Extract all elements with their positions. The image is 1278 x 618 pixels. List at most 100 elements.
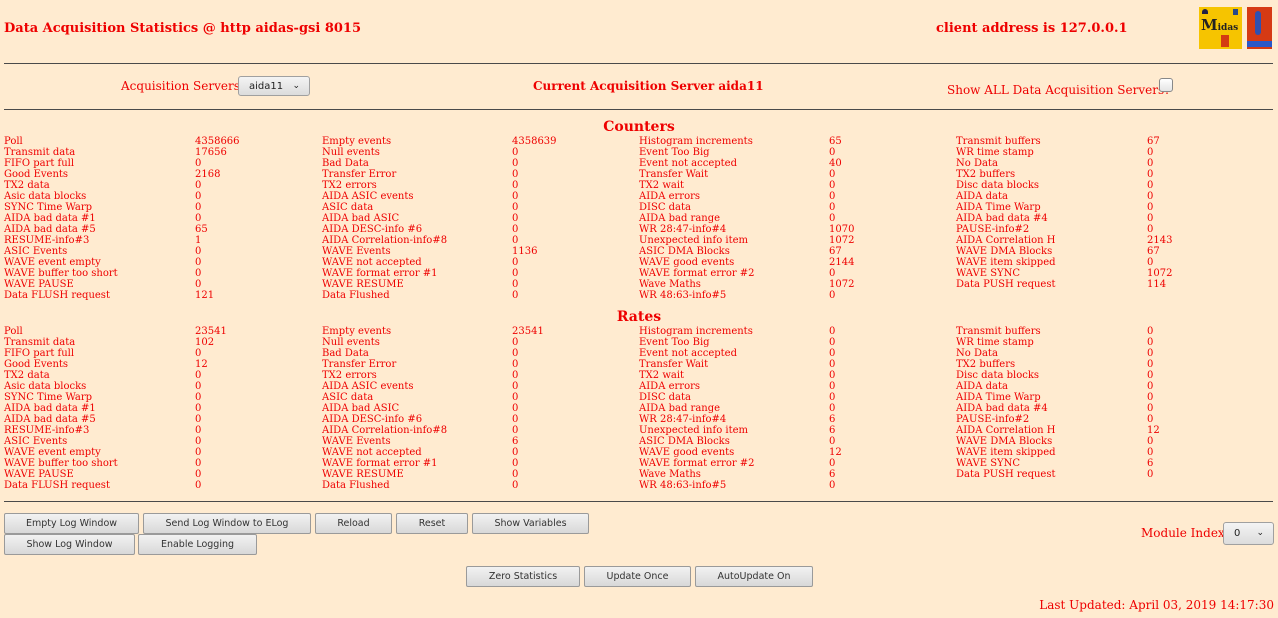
stat-value: 0 [1147, 469, 1154, 480]
stat-label: Wave Maths [639, 469, 701, 480]
stat-label: WAVE Events [322, 246, 391, 257]
midas-wordmark: Midas [1201, 16, 1239, 34]
stat-value: 114 [1147, 279, 1167, 290]
stat-value: 0 [1147, 257, 1154, 268]
stat-value: 121 [195, 290, 215, 301]
stat-label: ASIC DMA Blocks [639, 436, 730, 447]
stat-value: 0 [195, 158, 202, 169]
stat-label: No Data [956, 158, 998, 169]
stat-label: Null events [322, 337, 380, 348]
stat-value: 12 [1147, 425, 1160, 436]
acquisition-servers-select[interactable]: aida11 ⌄ [238, 76, 310, 96]
stat-label: WR 48:63-info#5 [639, 290, 727, 301]
stat-value: 0 [512, 158, 519, 169]
stat-label: AIDA bad ASIC [322, 403, 400, 414]
stat-value: 0 [829, 268, 836, 279]
stat-label: Transfer Wait [639, 169, 709, 180]
stat-value: 0 [829, 202, 836, 213]
stat-value: 0 [195, 480, 202, 491]
stat-label: WAVE Events [322, 436, 391, 447]
stat-value: 0 [1147, 359, 1154, 370]
stat-value: 0 [512, 180, 519, 191]
stat-label: Data Flushed [322, 480, 390, 491]
chevron-down-icon: ⌄ [292, 81, 300, 91]
zero-statistics-button[interactable]: Zero Statistics [466, 566, 580, 587]
stat-label: AIDA bad data #1 [4, 403, 96, 414]
module-index-value: 0 [1234, 528, 1241, 539]
stat-value: 0 [512, 337, 519, 348]
stat-value: 0 [829, 359, 836, 370]
show-all-servers-checkbox[interactable] [1159, 78, 1173, 92]
module-index-select[interactable]: 0 ⌄ [1223, 522, 1274, 545]
stat-value: 1072 [1147, 268, 1173, 279]
stat-label: WAVE item skipped [956, 257, 1056, 268]
show-all-servers-label: Show ALL Data Acquisition Servers? [947, 83, 1171, 97]
stat-value: 1072 [829, 235, 855, 246]
stat-value: 0 [829, 180, 836, 191]
stat-label: WAVE event empty [4, 257, 101, 268]
show-variables-button[interactable]: Show Variables [472, 513, 589, 534]
stat-label: WR 48:63-info#5 [639, 480, 727, 491]
stat-value: 1070 [829, 224, 855, 235]
stat-label: AIDA ASIC events [322, 191, 414, 202]
tcl-banner [1247, 41, 1272, 47]
logo-shield-icon [1233, 9, 1238, 15]
stat-label: WAVE PAUSE [4, 279, 74, 290]
stat-label: Transmit buffers [956, 136, 1041, 147]
stat-value: 0 [195, 370, 202, 381]
stat-value: 0 [195, 213, 202, 224]
stat-value: 0 [829, 403, 836, 414]
stat-value: 0 [829, 480, 836, 491]
stat-value: 0 [1147, 213, 1154, 224]
stat-label: FIFO part full [4, 348, 75, 359]
midas-logo[interactable]: Midas [1199, 7, 1242, 49]
send-log-to-elog-button[interactable]: Send Log Window to ELog [143, 513, 311, 534]
update-once-button[interactable]: Update Once [584, 566, 691, 587]
stat-label: Transfer Error [322, 169, 397, 180]
stat-value: 4358639 [512, 136, 557, 147]
stat-value: 0 [1147, 337, 1154, 348]
stat-label: Empty events [322, 326, 392, 337]
stat-value: 0 [195, 348, 202, 359]
stat-value: 0 [829, 370, 836, 381]
last-updated-timestamp: Last Updated: April 03, 2019 14:17:30 [1039, 598, 1274, 612]
stat-value: 67 [1147, 136, 1160, 147]
stat-label: WAVE format error #2 [639, 458, 755, 469]
stat-value: 102 [195, 337, 215, 348]
stat-value: 4358666 [195, 136, 240, 147]
stat-value: 65 [829, 136, 842, 147]
enable-logging-button[interactable]: Enable Logging [138, 534, 257, 555]
reload-button[interactable]: Reload [315, 513, 392, 534]
stat-label: Unexpected info item [639, 235, 749, 246]
stat-label: DISC data [639, 202, 691, 213]
stat-label: AIDA bad range [639, 213, 721, 224]
stat-value: 0 [512, 147, 519, 158]
stat-value: 0 [195, 436, 202, 447]
stat-label: WAVE SYNC [956, 458, 1021, 469]
stat-label: ASIC Events [4, 436, 68, 447]
logo-dome-icon [1202, 9, 1208, 14]
stat-label: TX2 errors [322, 370, 377, 381]
stat-value: 1136 [512, 246, 538, 257]
stat-value: 0 [829, 458, 836, 469]
reset-button[interactable]: Reset [396, 513, 468, 534]
stat-label: ASIC Events [4, 246, 68, 257]
stat-value: 0 [195, 202, 202, 213]
stat-value: 6 [829, 469, 836, 480]
tcl-logo[interactable] [1247, 7, 1272, 49]
stat-value: 0 [829, 348, 836, 359]
empty-log-window-button[interactable]: Empty Log Window [4, 513, 139, 534]
stat-label: WAVE RESUME [322, 279, 404, 290]
stat-label: Data PUSH request [956, 469, 1056, 480]
stat-value: 0 [512, 359, 519, 370]
stat-label: AIDA bad ASIC [322, 213, 400, 224]
stat-value: 0 [512, 425, 519, 436]
show-log-window-button[interactable]: Show Log Window [4, 534, 135, 555]
autoupdate-on-button[interactable]: AutoUpdate On [695, 566, 813, 587]
stat-label: FIFO part full [4, 158, 75, 169]
stat-value: 1072 [829, 279, 855, 290]
stat-value: 0 [512, 403, 519, 414]
stat-value: 0 [1147, 202, 1154, 213]
stat-value: 0 [195, 246, 202, 257]
stat-value: 0 [512, 169, 519, 180]
